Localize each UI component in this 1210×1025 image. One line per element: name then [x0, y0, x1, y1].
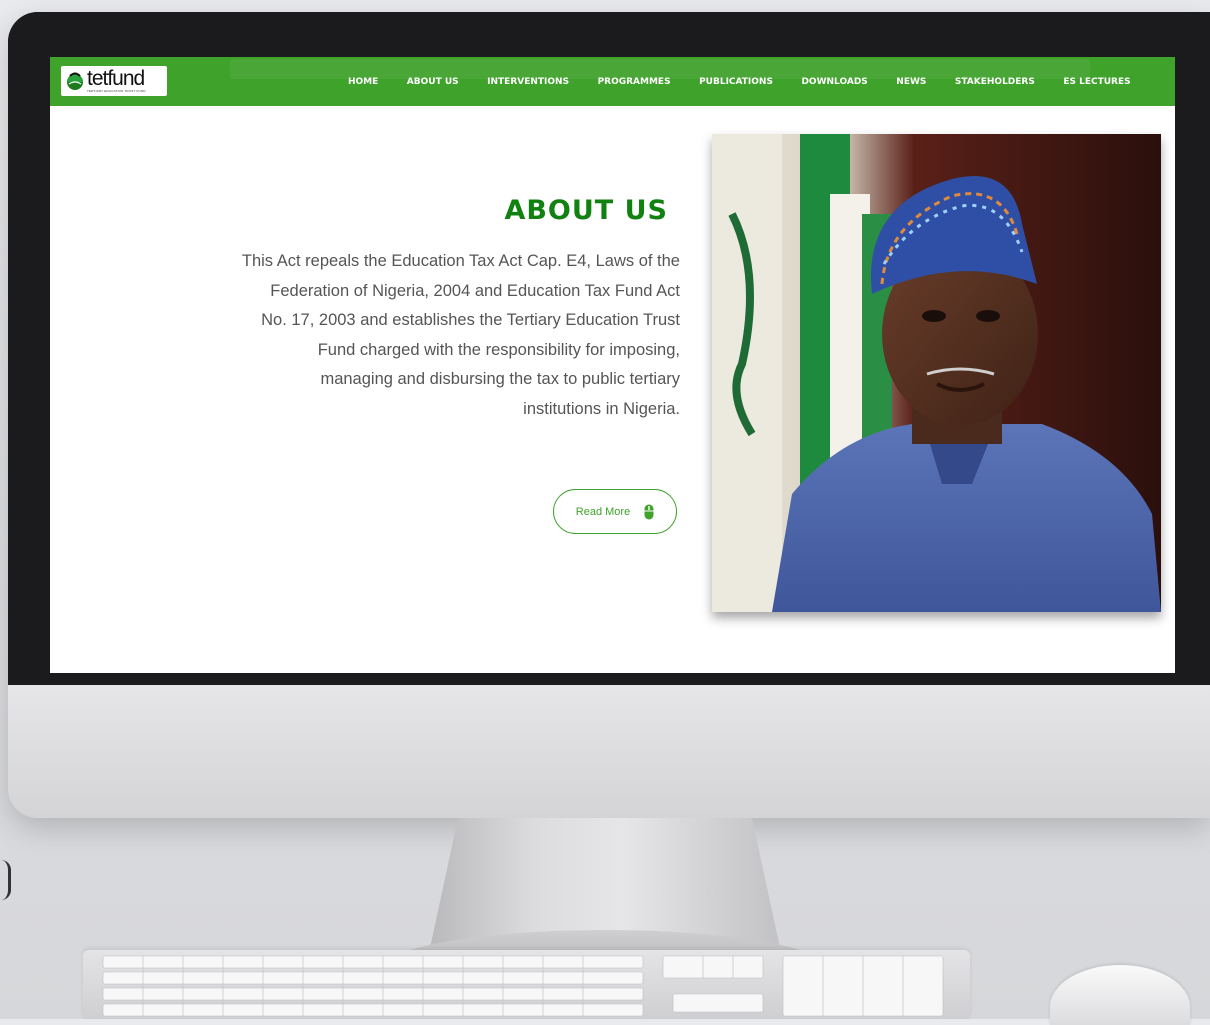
logo-tagline: TERTIARY EDUCATION TRUST FUND: [87, 89, 146, 93]
about-title: ABOUT US: [504, 195, 668, 226]
main-nav: HOME ABOUT US INTERVENTIONS PROGRAMMES P…: [348, 57, 1159, 106]
read-more-button[interactable]: Read More: [553, 489, 677, 534]
keyboard: [83, 950, 970, 1019]
nav-publications[interactable]: PUBLICATIONS: [699, 77, 773, 87]
nav-downloads[interactable]: DOWNLOADS: [801, 77, 867, 87]
about-line: This Act repeals the Education Tax Act C…: [241, 252, 680, 270]
nav-news[interactable]: NEWS: [896, 77, 926, 87]
about-line: managing and disbursing the tax to publi…: [320, 370, 680, 388]
read-more-label: Read More: [575, 505, 631, 518]
nav-about-us[interactable]: ABOUT US: [407, 77, 459, 87]
about-line: Federation of Nigeria, 2004 and Educatio…: [270, 281, 680, 300]
portrait-photo: [712, 134, 1161, 612]
nav-stakeholders[interactable]: STAKEHOLDERS: [955, 77, 1035, 87]
about-line: No. 17, 2003 and establishes the Tertiar…: [261, 311, 680, 329]
nav-home[interactable]: HOME: [348, 77, 378, 87]
cable: [0, 860, 11, 900]
about-line: institutions in Nigeria.: [523, 399, 680, 418]
tetfund-logo[interactable]: tetfund TERTIARY EDUCATION TRUST FUND: [61, 66, 167, 96]
mouse-icon: [644, 504, 654, 520]
about-line: Fund charged with the responsibility for…: [317, 340, 680, 359]
monitor-stand: [430, 818, 780, 948]
top-navbar: tetfund TERTIARY EDUCATION TRUST FUND HO…: [50, 57, 1175, 106]
nav-es-lectures[interactable]: ES LECTURES: [1063, 77, 1130, 87]
logo-text: tetfund: [87, 66, 145, 90]
globe-logo-icon: [64, 70, 86, 92]
nav-interventions[interactable]: INTERVENTIONS: [487, 77, 569, 87]
computer-mouse: [1050, 965, 1190, 1025]
website-screen: tetfund TERTIARY EDUCATION TRUST FUND HO…: [50, 57, 1175, 673]
nav-programmes[interactable]: PROGRAMMES: [598, 77, 671, 87]
monitor-chin: [8, 685, 1210, 818]
about-description: This Act repeals the Education Tax Act C…: [230, 247, 680, 424]
